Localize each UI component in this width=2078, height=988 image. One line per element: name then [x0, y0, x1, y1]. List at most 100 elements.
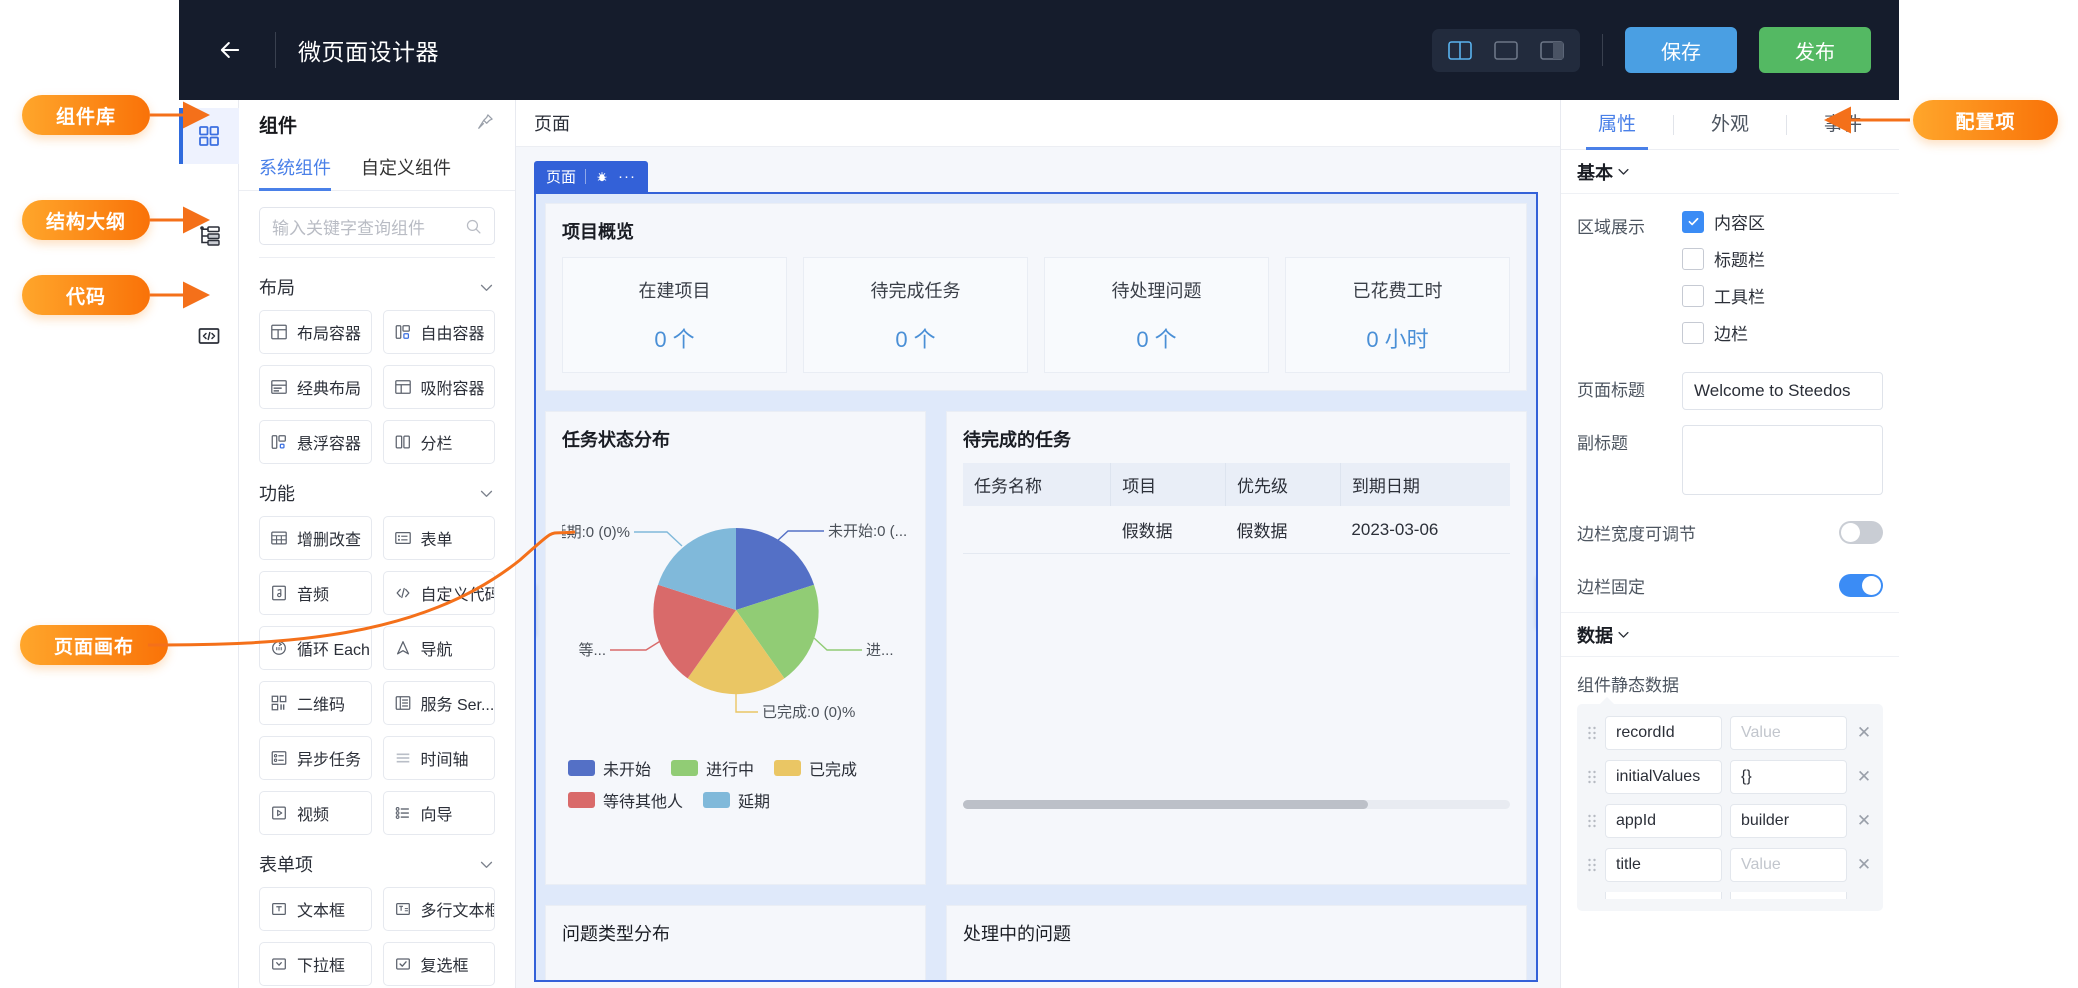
chevron-down-icon [480, 490, 493, 497]
page-title-input[interactable]: Welcome to Steedos [1682, 372, 1883, 410]
section-header-basic[interactable]: 基本 [1561, 150, 1899, 194]
section-label: 基本 [1577, 162, 1613, 183]
tab-custom-components[interactable]: 自定义组件 [361, 148, 451, 190]
component-dock-container[interactable]: 吸附容器 [382, 365, 495, 409]
column-header-priority[interactable]: 优先级 [1225, 463, 1341, 506]
table-horizontal-scrollbar[interactable] [963, 800, 1510, 809]
group-header-form-items[interactable]: 表单项 [239, 835, 515, 887]
checkbox-content-area[interactable]: 内容区 [1682, 209, 1883, 234]
static-data-value-input[interactable]: Value [1730, 716, 1847, 750]
column-header-task-name[interactable]: 任务名称 [963, 463, 1112, 506]
component-columns[interactable]: 分栏 [382, 420, 495, 464]
component-layout-container[interactable]: 布局容器 [259, 310, 372, 354]
component-label: 表单 [420, 532, 453, 549]
tab-system-components[interactable]: 系统组件 [259, 148, 331, 191]
component-textbox[interactable]: 文本框 [259, 887, 372, 931]
drag-handle-icon[interactable] [1587, 813, 1597, 829]
checkbox-box [1682, 210, 1704, 233]
app-root: 组件库 结构大纲 代码 页面画布 配置项 微页面设计器 保存 发布 组件 系统组… [0, 0, 2078, 988]
static-data-key-input[interactable]: recordId [1605, 716, 1722, 750]
legend-item-not-started[interactable]: 未开始 [568, 756, 651, 780]
save-button[interactable]: 保存 [1625, 27, 1737, 73]
drag-handle-icon[interactable] [1587, 857, 1597, 873]
pie-label-in-progress: 进... [866, 642, 894, 659]
remove-row-button[interactable]: ✕ [1855, 723, 1873, 743]
component-service[interactable]: 服务 Ser... [382, 681, 495, 725]
component-select[interactable]: 下拉框 [259, 942, 372, 986]
remove-row-button[interactable]: ✕ [1855, 855, 1873, 875]
toggle-sidebar-fixed[interactable] [1839, 574, 1883, 597]
page-tab-more[interactable]: ··· [618, 168, 636, 185]
component-async-task[interactable]: 异步任务 [259, 736, 372, 780]
bug-icon[interactable] [595, 170, 609, 184]
component-textarea[interactable]: 多行文本框 [382, 887, 495, 931]
group-header-function[interactable]: 功能 [239, 464, 515, 516]
kpi-label: 已花费工时 [1352, 280, 1443, 301]
search-input[interactable]: 输入关键字查询组件 [259, 207, 495, 245]
field-label: 副标题 [1577, 434, 1628, 453]
checkbox-title-bar[interactable]: 标题栏 [1682, 246, 1883, 271]
select-icon [270, 955, 288, 973]
component-loop-each[interactable]: 循环 Each [259, 626, 372, 670]
legend-item-delayed[interactable]: 延期 [703, 788, 770, 812]
view-mode-single[interactable] [1488, 36, 1524, 65]
drag-handle-icon[interactable] [1587, 725, 1597, 741]
static-data-key-input[interactable]: title [1605, 848, 1722, 882]
component-wizard[interactable]: 向导 [382, 791, 495, 835]
legend-item-in-progress[interactable]: 进行中 [671, 756, 754, 780]
component-video[interactable]: 视频 [259, 791, 372, 835]
back-button[interactable] [207, 27, 253, 73]
component-custom-code[interactable]: 自定义代码 [382, 571, 495, 615]
component-checkbox[interactable]: 复选框 [382, 942, 495, 986]
static-data-value-input[interactable]: Value [1730, 848, 1847, 882]
canvas-collapse-left-handle[interactable] [534, 584, 536, 636]
component-audio[interactable]: 音频 [259, 571, 372, 615]
checkbox-toolbar[interactable]: 工具栏 [1682, 283, 1883, 308]
component-classic-layout[interactable]: 经典布局 [259, 365, 372, 409]
rail-item-code[interactable] [179, 308, 239, 364]
table-row[interactable]: 假数据 假数据 2023-03-06 [963, 506, 1510, 554]
divider [1602, 34, 1603, 66]
tab-properties[interactable]: 属性 [1561, 100, 1673, 150]
code-icon [198, 328, 220, 344]
checkbox-sidebar[interactable]: 边栏 [1682, 320, 1883, 345]
view-mode-preview[interactable] [1534, 36, 1570, 65]
toggle-sidebar-resizable[interactable] [1839, 521, 1883, 544]
column-header-project[interactable]: 项目 [1110, 463, 1227, 506]
legend-item-completed[interactable]: 已完成 [774, 756, 857, 780]
remove-row-button[interactable]: ✕ [1855, 767, 1873, 787]
view-mode-split[interactable] [1442, 36, 1478, 65]
column-header-due-date[interactable]: 到期日期 [1340, 463, 1510, 506]
checkbox-label: 边栏 [1714, 325, 1748, 344]
static-data-value-input[interactable]: builder [1730, 804, 1847, 838]
kpi-grid: 在建项目 0 个 待完成任务 0 个 待处理问题 0 个 已花费工时 0 小时 [562, 257, 1510, 373]
component-form[interactable]: 表单 [382, 516, 495, 560]
canvas-collapse-right-handle[interactable] [1536, 576, 1538, 628]
page-tab[interactable]: 页面 ··· [534, 161, 649, 192]
rail-item-structure-outline[interactable] [179, 208, 239, 264]
legend-item-waiting[interactable]: 等待其他人 [568, 788, 683, 812]
pin-button[interactable] [475, 112, 495, 137]
group-header-layout[interactable]: 布局 [239, 258, 515, 310]
publish-button[interactable]: 发布 [1759, 27, 1871, 73]
component-navigation[interactable]: 导航 [382, 626, 495, 670]
static-data-value-input[interactable]: {} [1730, 760, 1847, 794]
tab-appearance[interactable]: 外观 [1674, 100, 1786, 150]
loop-icon [270, 639, 288, 657]
component-free-container[interactable]: 自由容器 [382, 310, 495, 354]
tree-icon [200, 226, 220, 246]
check-icon [1688, 217, 1698, 226]
subtitle-textarea[interactable] [1682, 425, 1883, 495]
drag-handle-icon[interactable] [1587, 769, 1597, 785]
component-crud[interactable]: 增删改查 [259, 516, 372, 560]
component-timeline[interactable]: 时间轴 [382, 736, 495, 780]
rail-item-component-library[interactable] [179, 108, 239, 164]
tab-events[interactable]: 事件 [1787, 100, 1899, 150]
component-float-container[interactable]: 悬浮容器 [259, 420, 372, 464]
static-data-key-input[interactable]: appId [1605, 804, 1722, 838]
static-data-key-input[interactable]: initialValues [1605, 760, 1722, 794]
section-header-data[interactable]: 数据 [1561, 613, 1899, 657]
remove-row-button[interactable]: ✕ [1855, 811, 1873, 831]
annotation-code: 代码 [22, 275, 150, 315]
component-qrcode[interactable]: 二维码 [259, 681, 372, 725]
